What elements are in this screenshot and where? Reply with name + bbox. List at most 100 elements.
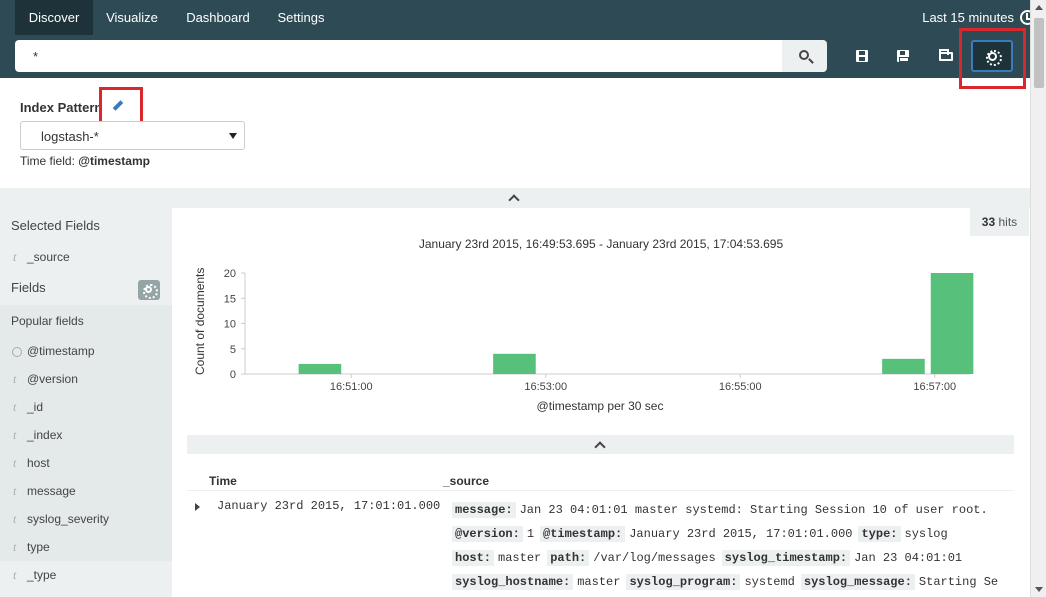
field-name: _id [27, 400, 44, 414]
field-name: type [27, 540, 50, 554]
y-tick-label: 10 [224, 319, 236, 331]
sidebar-field-timestamp[interactable]: @timestamp [0, 338, 172, 364]
source-field-key: syslog_timestamp: [721, 550, 851, 566]
pencil-icon [112, 100, 124, 111]
sidebar-field-host[interactable]: t host [0, 450, 172, 476]
sidebar-field-message[interactable]: t message [0, 478, 172, 504]
source-field-key: type: [858, 526, 901, 542]
scroll-down-icon[interactable] [1035, 587, 1043, 592]
search-input[interactable] [15, 40, 782, 72]
histogram-bar[interactable] [493, 353, 536, 374]
source-field-value: master [577, 575, 621, 589]
hits-number: 33 [981, 215, 996, 229]
column-header-time[interactable]: Time [209, 474, 237, 488]
tab-settings[interactable]: Settings [270, 0, 332, 35]
tab-dashboard[interactable]: Dashboard [177, 0, 259, 35]
chart-x-axis-label: @timestamp per 30 sec [536, 399, 664, 413]
field-name: message [27, 484, 76, 498]
popular-fields-heading: Popular fields [11, 314, 84, 328]
histogram-bar[interactable] [882, 358, 925, 374]
source-field-key: syslog_message: [800, 574, 915, 590]
source-field-value: January 23rd 2015, 17:01:01.000 [629, 527, 853, 541]
field-sidebar: Selected Fields t _source Fields Popular… [0, 208, 172, 597]
source-field-value: master [498, 551, 542, 565]
index-pattern-select[interactable]: logstash-* [20, 121, 245, 150]
field-name: _source [27, 250, 70, 264]
time-range-picker[interactable]: Last 15 minutes [922, 0, 1014, 35]
histogram-bar[interactable] [298, 363, 342, 374]
collapse-index-panel-bar[interactable] [0, 188, 1030, 208]
string-type-icon: t [13, 456, 17, 470]
sidebar-field-index[interactable]: t _index [0, 422, 172, 448]
field-name: @timestamp [27, 344, 95, 358]
source-field-key: syslog_program: [626, 574, 741, 590]
histogram-chart[interactable]: 0 5 10 15 20 16:51:00 16:53:00 16:55:00 16:57:00… [205, 262, 975, 396]
scroll-up-icon[interactable] [1035, 5, 1043, 10]
x-tick-label: 16:55:00 [719, 381, 762, 393]
string-type-icon: t [13, 428, 17, 442]
sidebar-field-type[interactable]: t type [0, 534, 172, 560]
collapse-chart-bar[interactable] [187, 435, 1014, 454]
dropdown-arrow-icon [229, 133, 237, 139]
field-name: _index [27, 428, 63, 442]
save-search-icon [897, 50, 909, 62]
edit-index-pattern-button[interactable] [110, 98, 128, 116]
string-type-icon: t [13, 568, 17, 582]
sidebar-field-type-meta[interactable]: t _type [0, 562, 172, 588]
sidebar-field-id[interactable]: t _id [0, 394, 172, 420]
page-scrollbar[interactable] [1030, 0, 1046, 597]
source-field-key: path: [547, 550, 590, 566]
chevron-up-icon [508, 194, 520, 206]
hits-count: 33 hits [970, 208, 1029, 236]
index-pattern-value: logstash-* [41, 129, 99, 144]
time-field-info: Time field: @timestamp [20, 154, 150, 168]
histogram-bar[interactable] [930, 273, 974, 374]
y-tick-label: 5 [230, 344, 236, 356]
sidebar-field-syslog-severity[interactable]: t syslog_severity [0, 506, 172, 532]
date-type-icon [12, 347, 22, 357]
source-field-key: @timestamp: [540, 526, 626, 542]
fields-settings-button[interactable] [138, 280, 160, 300]
kibana-app: Discover Visualize Dashboard Settings La… [0, 0, 1046, 597]
new-search-icon [856, 50, 868, 62]
source-field-key: syslog_hostname: [452, 574, 574, 590]
source-line: message: Jan 23 04:01:01 master systemd: … [452, 502, 994, 518]
gear-icon [143, 284, 158, 299]
search-button[interactable] [782, 40, 827, 72]
save-search-button[interactable] [889, 40, 919, 72]
sidebar-field-version[interactable]: t @version [0, 366, 172, 392]
open-search-button[interactable] [932, 40, 962, 72]
field-name: syslog_severity [27, 512, 110, 526]
source-field-value: Jan 23 04:01:01 master systemd: Starting… [519, 503, 988, 517]
chevron-up-icon [594, 441, 606, 453]
column-header-source[interactable]: _source [443, 474, 489, 488]
expand-row-icon[interactable] [195, 503, 200, 511]
gear-icon [986, 50, 1002, 66]
scroll-thumb[interactable] [1034, 18, 1044, 88]
field-name: @version [27, 372, 78, 386]
source-line: host: master path:/var/log/messages syslog_… [452, 550, 968, 566]
source-line: @version: 1 @timestamp: January 23rd 2015, … [452, 526, 954, 542]
tab-visualize[interactable]: Visualize [97, 0, 167, 35]
index-pattern-label: Index Pattern [20, 100, 103, 115]
source-field-key: @version: [452, 526, 523, 542]
row-timestamp: January 23rd 2015, 17:01:01.000 [217, 499, 441, 513]
discover-settings-button[interactable] [971, 40, 1013, 72]
field-name: _type [27, 568, 57, 582]
tab-discover[interactable]: Discover [15, 0, 93, 35]
string-type-icon: t [13, 400, 17, 414]
sidebar-field-source[interactable]: t _source [0, 244, 172, 270]
string-type-icon: t [13, 250, 17, 264]
string-type-icon: t [13, 540, 17, 554]
time-field-label: Time field: [20, 154, 75, 168]
string-type-icon: t [13, 372, 17, 386]
source-field-value: systemd [744, 575, 795, 589]
source-field-key: host: [452, 550, 495, 566]
string-type-icon: t [13, 484, 17, 498]
x-tick-label: 16:51:00 [330, 381, 373, 393]
field-name: host [27, 456, 50, 470]
source-field-value: 1 [526, 527, 535, 541]
y-tick-label: 20 [224, 268, 236, 280]
source-field-value: Starting Se [918, 575, 999, 589]
new-search-button[interactable] [848, 40, 878, 72]
